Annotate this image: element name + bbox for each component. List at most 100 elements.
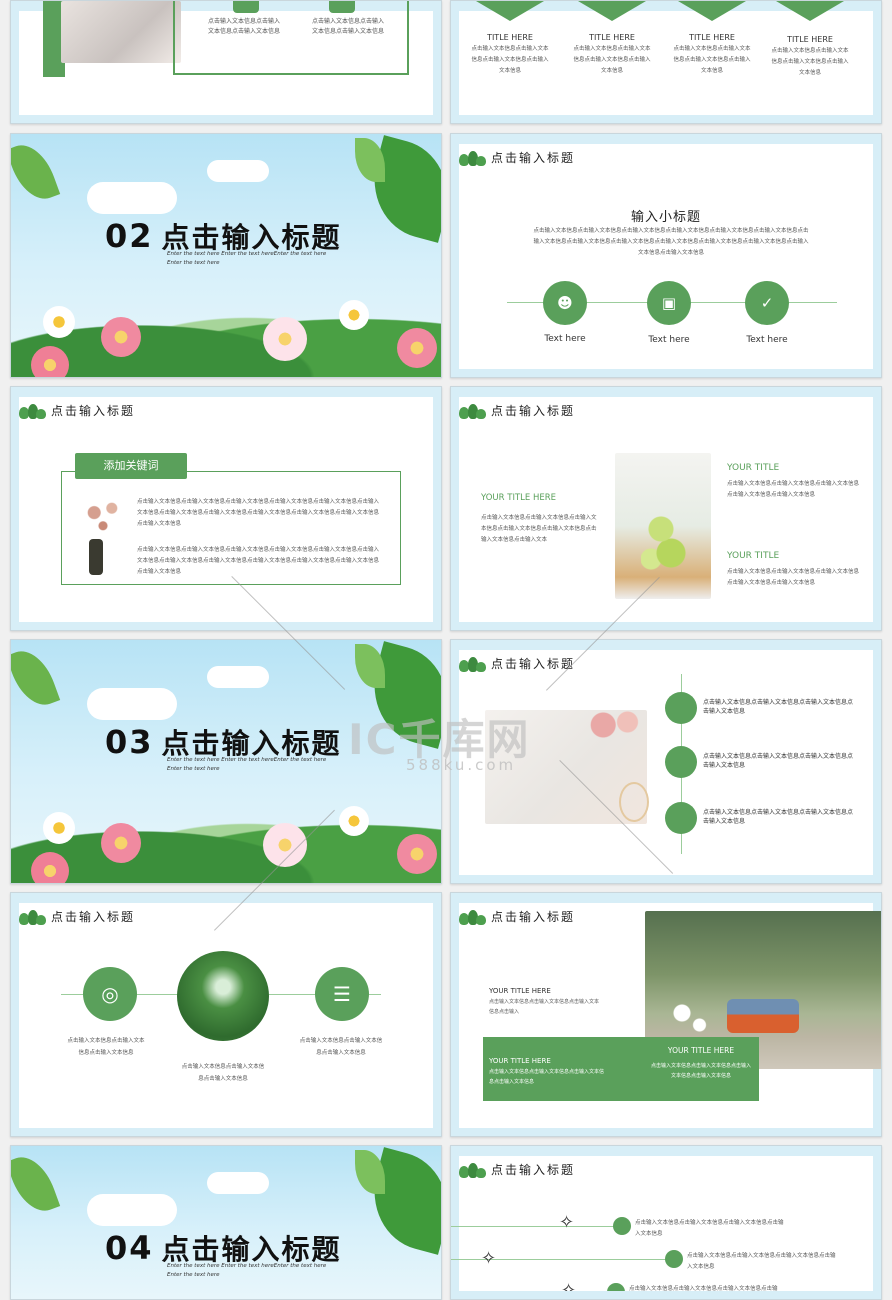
- content-box: [173, 1, 409, 75]
- right-text-2: 点击输入文本信息点击输入文本信息点击输入文本信息点击输入文本信息点击输入文本信息: [727, 569, 860, 586]
- slide-header: 点击输入标题: [19, 397, 135, 423]
- user-money-icon: ☻: [543, 281, 587, 325]
- user-icon: [329, 1, 355, 13]
- slide-frame-left: [11, 387, 19, 630]
- slide-header: 点击输入标题: [459, 397, 575, 423]
- slide-frame-right: [873, 134, 881, 377]
- bottom-right-text: 点击输入文本信息点击输入文本信息点击输入文本信息点击输入文本信息: [651, 1063, 752, 1079]
- pink-flower: [31, 852, 69, 883]
- subtitle-line-1: Enter the text here Enter the text hereE…: [167, 757, 327, 763]
- ground-bushes: [11, 793, 441, 883]
- keyword-tag: 添加关键词: [75, 453, 187, 479]
- item-text: 点击输入文本信息点击输入文本信息点击输入文本信息点击输入文本信息: [471, 46, 549, 74]
- header-title: 点击输入标题: [491, 1162, 576, 1177]
- tree-icon: [19, 401, 46, 419]
- subtitle: 输入小标题: [630, 210, 701, 225]
- swallow-icon: ✧: [561, 1280, 577, 1300]
- section-subtitle: Enter the text here Enter the text hereE…: [167, 756, 326, 774]
- slide-2[interactable]: TITLE HERE 点击输入文本信息点击输入文本信息点击输入文本信息点击输入文…: [450, 0, 882, 124]
- item-text-2: 点击输入文本信息点击输入文本信息点击输入文本信息点击输入文本信息: [703, 753, 854, 769]
- left-title: YOUR TITLE HERE: [481, 493, 556, 503]
- text-2: 点击输入文本信息点击输入文本信息点击输入文本信息: [181, 1064, 265, 1082]
- vase: [89, 539, 103, 575]
- slide-frame-right: [873, 1146, 881, 1299]
- item-4: TITLE HERE 点击输入文本信息点击输入文本信息点击输入文本信息点击输入文…: [769, 1, 851, 79]
- slide-4[interactable]: 点击输入标题 输入小标题 点击输入文本信息点击输入文本信息点击输入文本信息点击输…: [450, 133, 882, 378]
- slide-frame-right: [433, 387, 441, 630]
- subtitle-line-1: Enter the text here Enter the text hereE…: [167, 1263, 327, 1269]
- left-text: 点击输入文本信息点击输入文本信息点击输入文本信息点击输入文本信息点击输入文本信息…: [481, 515, 597, 543]
- text-3: 点击输入文本信息点击输入文本信息点击输入文本信息: [299, 1038, 383, 1056]
- bullet-3: [665, 802, 697, 834]
- bullet-2: [665, 746, 697, 778]
- vine-leaf: [11, 1149, 61, 1219]
- rose: [587, 710, 641, 740]
- bullet-1: [613, 1217, 631, 1235]
- bottom-right-title: YOUR TITLE HERE: [667, 1046, 735, 1055]
- slide-header: 点击输入标题: [19, 903, 135, 929]
- section-04-slide[interactable]: 04 点击输入标题 Enter the text here Enter the t…: [10, 1145, 442, 1300]
- item-text-2: 点击输入文本信息点击输入文本信息点击输入文本信息点击输入文本信息: [687, 1253, 836, 1270]
- cloud: [87, 688, 177, 720]
- cloud: [87, 1194, 177, 1226]
- tree-icon: [459, 907, 486, 925]
- slide-10[interactable]: 点击输入标题 YOUR TITLE HERE 点击输入文本信息点击输入文本信息点…: [450, 892, 882, 1137]
- label-1: Text here: [544, 334, 586, 344]
- right-title-1: YOUR TITLE: [727, 463, 780, 473]
- slide-frame-left: [451, 387, 459, 630]
- item-title: TITLE HERE: [689, 33, 735, 42]
- dried-flowers: [81, 495, 125, 539]
- slide-frame-right: [433, 893, 441, 1136]
- slide-frame-right: [873, 640, 881, 883]
- branch-line: [451, 1226, 615, 1227]
- section-number: 04: [105, 1229, 154, 1267]
- slide-frame-left: [11, 1, 19, 123]
- item-title: TITLE HERE: [787, 35, 833, 44]
- pink-flower: [101, 317, 141, 357]
- white-flower: [339, 300, 369, 330]
- top-title: YOUR TITLE HERE: [489, 987, 551, 995]
- slide-header: 点击输入标题: [459, 144, 575, 170]
- toy-bus: [727, 999, 799, 1033]
- slide-frame-right: [433, 1, 441, 123]
- daisies: [667, 997, 717, 1037]
- header-title: 点击输入标题: [51, 403, 136, 418]
- vine-leaf: [11, 643, 61, 713]
- header-title: 点击输入标题: [491, 909, 576, 924]
- item-title: TITLE HERE: [589, 33, 635, 42]
- item-2: TITLE HERE 点击输入文本信息点击输入文本信息点击输入文本信息点击输入文…: [571, 1, 653, 77]
- cloud: [207, 666, 269, 688]
- subtitle-line-1: Enter the text here Enter the text hereE…: [167, 251, 327, 257]
- item-1: TITLE HERE 点击输入文本信息点击输入文本信息点击输入文本信息点击输入文…: [469, 1, 551, 77]
- slide-1[interactable]: 点击输入文本信息点击输入文本信息点击输入文本信息 点击输入文本信息点击输入文本信…: [10, 0, 442, 124]
- pink-flower: [31, 346, 69, 377]
- slide-12[interactable]: 点击输入标题 ✧ ✧ ✧ 点击输入文本信息点击输入文本信息点击输入文本信息点击输…: [450, 1145, 882, 1300]
- slide-6[interactable]: 点击输入标题 YOUR TITLE HERE 点击输入文本信息点击输入文本信息点…: [450, 386, 882, 631]
- pink-flower: [397, 834, 437, 874]
- item-text: 点击输入文本信息点击输入文本信息点击输入文本信息点击输入文本信息: [573, 46, 651, 74]
- item-3: TITLE HERE 点击输入文本信息点击输入文本信息点击输入文本信息点击输入文…: [671, 1, 753, 77]
- bottom-left-text: 点击输入文本信息点击输入文本信息点击输入文本信息点击输入文本信息: [489, 1069, 605, 1085]
- search-icon: [233, 1, 259, 13]
- lime-slices: [641, 511, 691, 571]
- target-icon: ◎: [83, 967, 137, 1021]
- header-title: 点击输入标题: [491, 150, 576, 165]
- subtitle-line-2: Enter the text here: [167, 260, 220, 266]
- label-3: Text here: [746, 335, 788, 345]
- checkbox-icon: ✓: [745, 281, 789, 325]
- contact-card-icon: ▣: [647, 281, 691, 325]
- cloud: [207, 160, 269, 182]
- tree-icon: [19, 907, 46, 925]
- swallow-icon: ✧: [559, 1212, 575, 1233]
- bullet-3: [607, 1283, 625, 1299]
- slide-5[interactable]: 点击输入标题 添加关键词 点击输入文本信息点击输入文本信息点击输入文本信息点击输…: [10, 386, 442, 631]
- watermark-url: 588ku.com: [406, 756, 517, 774]
- slide-header: 点击输入标题: [459, 650, 575, 676]
- pink-flower: [101, 823, 141, 863]
- header-title: 点击输入标题: [491, 403, 576, 418]
- slide-9[interactable]: 点击输入标题 ◎ ☰ 点击输入文本信息点击输入文本信息点击输入文本信息 点击输入…: [10, 892, 442, 1137]
- bullet-1: [665, 692, 697, 724]
- slide-frame-left: [451, 1, 459, 123]
- section-02-slide[interactable]: 02 点击输入标题 Enter the text here Enter the t…: [10, 133, 442, 378]
- body-text: 点击输入文本信息点击输入文本信息点击输入文本信息点击输入文本信息点击输入文本信息…: [533, 228, 809, 256]
